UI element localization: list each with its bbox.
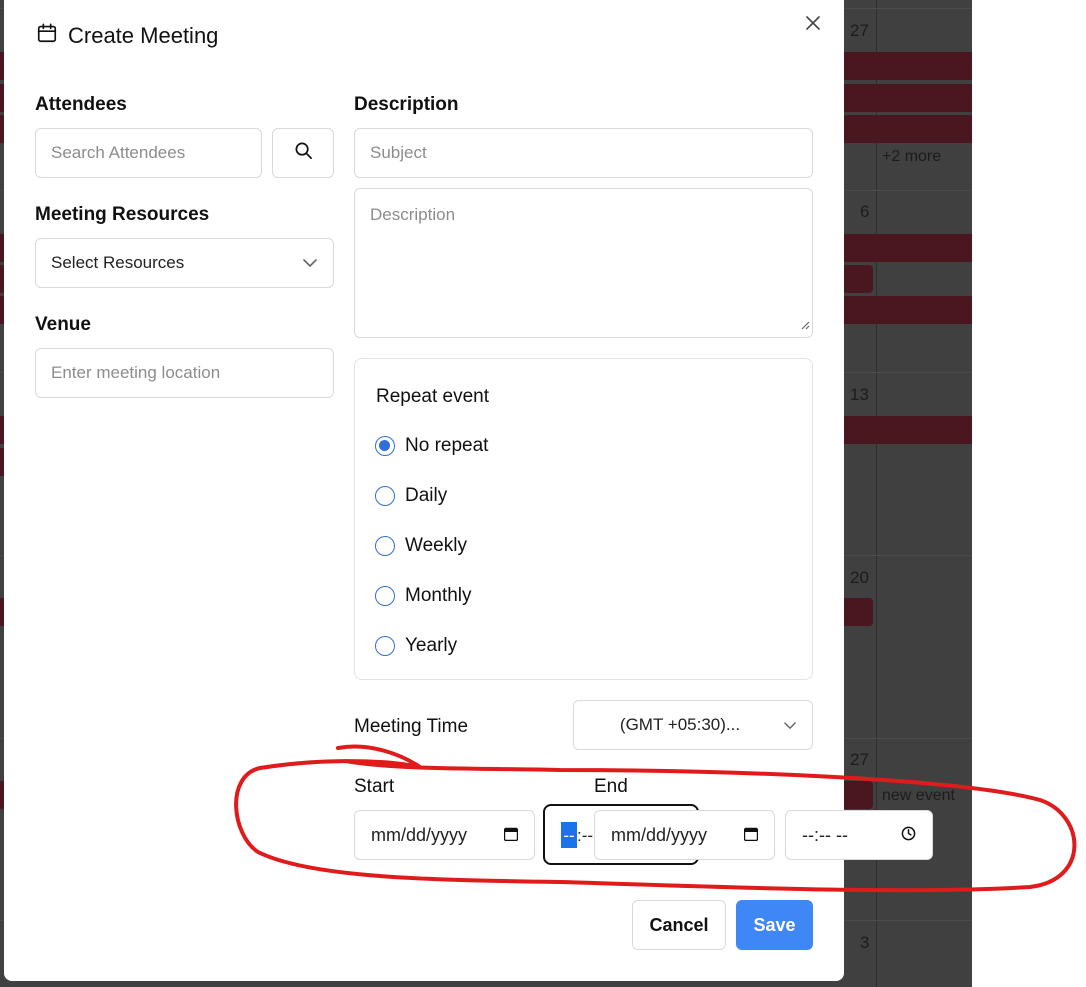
- calendar-event-label: new event: [882, 787, 955, 804]
- description-label: Description: [354, 94, 459, 115]
- meeting-resources-label: Meeting Resources: [35, 204, 210, 225]
- subject-input[interactable]: Subject: [354, 128, 813, 178]
- clock-icon[interactable]: [901, 825, 916, 846]
- timezone-value: (GMT +05:30)...: [619, 715, 741, 734]
- calendar-day-number: 27: [850, 21, 869, 40]
- radio-icon[interactable]: [375, 536, 395, 556]
- repeat-event-title: Repeat event: [376, 386, 490, 407]
- search-attendees-input[interactable]: Search Attendees: [35, 128, 262, 178]
- repeat-option-label: Yearly: [405, 635, 458, 656]
- repeat-option-yearly[interactable]: Yearly: [375, 635, 457, 657]
- meeting-time-label: Meeting Time: [354, 716, 469, 737]
- venue-placeholder: Enter meeting location: [51, 363, 221, 382]
- timezone-select[interactable]: (GMT +05:30)...: [573, 700, 813, 750]
- subject-placeholder: Subject: [370, 143, 427, 162]
- dialog-header: Create Meeting: [36, 22, 218, 49]
- end-time-value: --:-- --: [802, 824, 848, 845]
- calendar-more-link: +2 more: [882, 148, 942, 165]
- repeat-option-no-repeat[interactable]: No repeat: [375, 435, 488, 457]
- calendar-picker-icon[interactable]: [503, 825, 519, 846]
- calendar-icon: [36, 22, 58, 49]
- resources-select[interactable]: Select Resources: [35, 238, 334, 288]
- radio-icon[interactable]: [375, 636, 395, 656]
- resources-select-value: Select Resources: [51, 253, 185, 272]
- repeat-option-label: No repeat: [405, 435, 489, 456]
- start-date-value: mm/dd/yyyy: [371, 824, 468, 845]
- end-date-value: mm/dd/yyyy: [611, 824, 708, 845]
- create-meeting-dialog: Create Meeting Attendees Search Attendee…: [4, 0, 933, 981]
- start-time-hour-text: --: [563, 826, 575, 845]
- start-date-input[interactable]: mm/dd/yyyy: [354, 810, 535, 860]
- end-time-input[interactable]: --:-- --: [785, 810, 933, 860]
- chevron-down-icon: [784, 715, 796, 735]
- save-button[interactable]: Save: [736, 900, 813, 950]
- end-date-input[interactable]: mm/dd/yyyy: [594, 810, 775, 860]
- search-attendees-button[interactable]: [272, 128, 334, 178]
- end-label: End: [594, 776, 628, 797]
- calendar-day-number: 27: [850, 750, 869, 769]
- venue-input[interactable]: Enter meeting location: [35, 348, 334, 398]
- venue-label: Venue: [35, 314, 91, 335]
- attendees-label: Attendees: [35, 94, 127, 115]
- page-margin: [972, 0, 1086, 987]
- calendar-day-number: 3: [860, 933, 870, 952]
- dialog-title: Create Meeting: [68, 22, 219, 48]
- repeat-option-label: Monthly: [405, 585, 472, 606]
- repeat-option-label: Weekly: [405, 535, 467, 556]
- repeat-option-label: Daily: [405, 485, 448, 506]
- radio-selected-icon[interactable]: [375, 436, 395, 456]
- repeat-event-panel: Repeat event No repeat Daily Weekly Mont…: [354, 358, 813, 680]
- calendar-day-number: 6: [860, 202, 870, 221]
- description-placeholder: Description: [370, 205, 456, 224]
- start-label: Start: [354, 776, 395, 797]
- calendar-day-number: 13: [850, 385, 869, 404]
- radio-icon[interactable]: [375, 586, 395, 606]
- calendar-day-number: 20: [850, 568, 869, 587]
- description-textarea[interactable]: Description: [354, 188, 813, 338]
- chevron-down-icon: [303, 253, 317, 273]
- repeat-option-weekly[interactable]: Weekly: [375, 535, 467, 557]
- repeat-option-monthly[interactable]: Monthly: [375, 585, 472, 607]
- repeat-option-daily[interactable]: Daily: [375, 485, 447, 507]
- start-time-rest-text: :--: [577, 826, 594, 845]
- calendar-picker-icon[interactable]: [743, 825, 759, 846]
- search-attendees-placeholder: Search Attendees: [51, 143, 186, 162]
- close-icon[interactable]: [802, 12, 824, 34]
- search-icon: [294, 141, 313, 165]
- resize-handle-icon[interactable]: [800, 315, 810, 335]
- cancel-button[interactable]: Cancel: [632, 900, 726, 950]
- radio-icon[interactable]: [375, 486, 395, 506]
